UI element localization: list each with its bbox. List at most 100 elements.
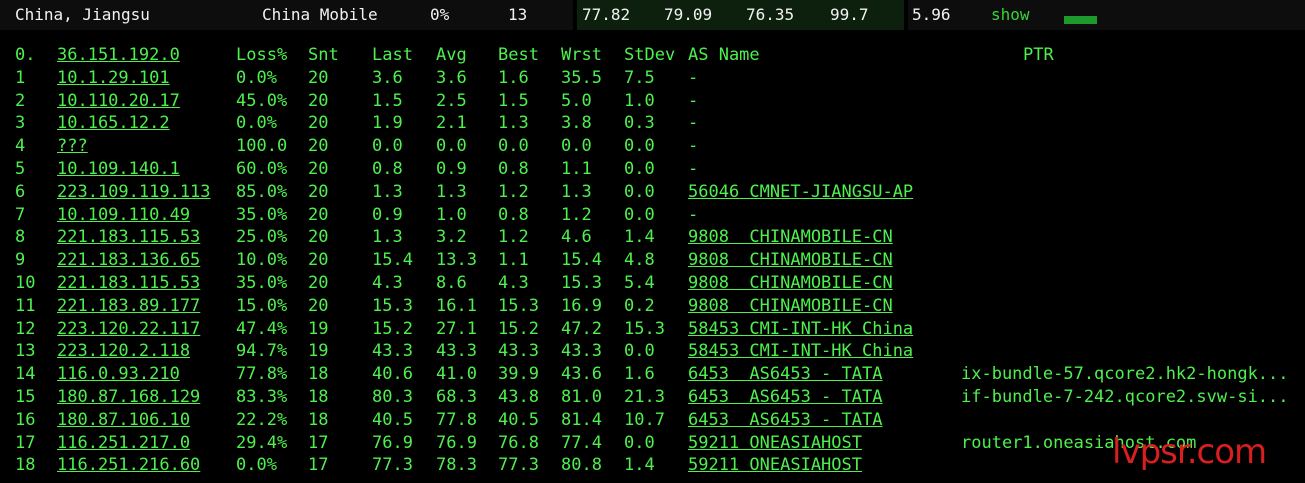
row-loss: 100.0: [236, 136, 288, 157]
summary-bar: China, Jiangsu China Mobile 0% 13 77.82 …: [0, 0, 1305, 32]
row-worst: 81.4: [561, 409, 602, 430]
row-sent: 20: [308, 204, 329, 225]
row-as-name[interactable]: 59211 ONEASIAHOST: [688, 454, 862, 477]
header-stdev: StDev: [624, 45, 676, 65]
row-index: 15: [15, 386, 36, 407]
row-best: 43.8: [498, 386, 539, 407]
row-as-name[interactable]: 9808 CHINAMOBILE-CN: [688, 226, 893, 249]
summary-sent: 13: [508, 5, 528, 24]
row-host[interactable]: 180.87.168.129: [57, 386, 200, 409]
row-host[interactable]: 221.183.115.53: [57, 272, 200, 295]
table-row: 3 10.165.12.2 0.0% 20 1.9 2.1 1.3 3.8 0.3 -: [0, 112, 1305, 135]
row-loss: 35.0%: [236, 272, 288, 293]
row-sent: 19: [308, 318, 329, 339]
table-body: 1 10.1.29.101 0.0% 20 3.6 3.6 1.6 35.5 7.5 - 2 10.1…: [0, 67, 1305, 477]
row-stdev: 0.0: [624, 181, 655, 202]
table-row: 18 116.251.216.60 0.0% 17 77.3 78.3 77.3 80.8 1.…: [0, 454, 1305, 477]
row-worst: 4.6: [561, 227, 592, 248]
row-last: 15.2: [372, 318, 413, 339]
row-host[interactable]: 10.110.20.17: [57, 90, 180, 113]
row-host[interactable]: 223.120.2.118: [57, 340, 190, 363]
row-best: 15.3: [498, 295, 539, 316]
row-stdev: 1.4: [624, 455, 655, 476]
row-as-name: -: [688, 113, 699, 134]
row-as-name: -: [688, 90, 699, 111]
row-stdev: 0.0: [624, 204, 655, 225]
header-avg: Avg: [436, 45, 467, 65]
row-host[interactable]: 116.0.93.210: [57, 363, 180, 386]
row-host[interactable]: 10.109.110.49: [57, 204, 190, 227]
summary-worst: 99.7: [830, 5, 869, 24]
row-host[interactable]: 116.251.216.60: [57, 454, 200, 477]
header-as-name: AS Name: [688, 45, 760, 65]
row-stdev: 4.8: [624, 250, 655, 271]
row-stdev: 0.0: [624, 341, 655, 362]
row-avg: 3.6: [436, 67, 467, 88]
row-as-name[interactable]: 56046 CMNET-JIANGSU-AP: [688, 181, 913, 204]
row-last: 1.9: [372, 113, 403, 134]
row-stdev: 10.7: [624, 409, 665, 430]
row-as-name[interactable]: 58453 CMI-INT-HK China: [688, 340, 913, 363]
row-as-name[interactable]: 9808 CHINAMOBILE-CN: [688, 295, 893, 318]
summary-location: China, Jiangsu: [15, 5, 150, 24]
row-index: 16: [15, 409, 36, 430]
row-as-name[interactable]: 6453 AS6453 - TATA: [688, 386, 882, 409]
summary-loss: 0%: [430, 5, 450, 24]
row-stdev: 0.0: [624, 432, 655, 453]
table-row: 4??? 100.0 20 0.0 0.0 0.0 0.0 0.0 -: [0, 135, 1305, 158]
row-worst: 0.0: [561, 136, 592, 157]
row-avg: 0.0: [436, 136, 467, 157]
row-sent: 20: [308, 227, 329, 248]
header-ptr: PTR: [1023, 45, 1054, 65]
row-avg: 3.2: [436, 227, 467, 248]
row-sent: 19: [308, 341, 329, 362]
row-as-name[interactable]: 6453 AS6453 - TATA: [688, 363, 882, 386]
row-sent: 17: [308, 432, 329, 453]
row-host[interactable]: 221.183.115.53: [57, 226, 200, 249]
row-as-name[interactable]: 9808 CHINAMOBILE-CN: [688, 272, 893, 295]
row-host[interactable]: 221.183.89.177: [57, 295, 200, 318]
row-host[interactable]: 223.120.22.117: [57, 318, 200, 341]
row-worst: 35.5: [561, 67, 602, 88]
table-row: 5 10.109.140.1 60.0% 20 0.8 0.9 0.8 1.1 0.0 -: [0, 158, 1305, 181]
row-host[interactable]: ???: [57, 135, 88, 158]
row-avg: 13.3: [436, 250, 477, 271]
row-as-name[interactable]: 6453 AS6453 - TATA: [688, 409, 882, 432]
row-as-name[interactable]: 59211 ONEASIAHOST: [688, 432, 862, 455]
row-loss: 47.4%: [236, 318, 288, 339]
row-worst: 3.8: [561, 113, 592, 134]
row-as-name: -: [688, 158, 699, 179]
row-host[interactable]: 180.87.106.10: [57, 409, 190, 432]
row-host[interactable]: 10.1.29.101: [57, 67, 170, 90]
row-index: 2: [15, 90, 26, 111]
row-last: 15.4: [372, 250, 413, 271]
row-as-name[interactable]: 9808 CHINAMOBILE-CN: [688, 249, 893, 272]
watermark: lvpsr.com: [1112, 432, 1267, 472]
table-row: 8 221.183.115.53 25.0% 20 1.3 3.2 1.2 4.6 1.4 980…: [0, 226, 1305, 249]
table-row: 16 180.87.106.10 22.2% 18 40.5 77.8 40.5 81.4 10…: [0, 409, 1305, 432]
header-last: Last: [372, 45, 413, 65]
show-button[interactable]: show: [991, 0, 1030, 30]
row-host[interactable]: 223.109.119.113: [57, 181, 211, 204]
row-host[interactable]: 221.183.136.65: [57, 249, 200, 272]
row-as-name[interactable]: 58453 CMI-INT-HK China: [688, 318, 913, 341]
table-row: 17 116.251.217.0 29.4% 17 76.9 76.9 76.8 77.4 0.…: [0, 432, 1305, 455]
header-index: 0.: [15, 45, 36, 65]
row-host[interactable]: 10.109.140.1: [57, 158, 180, 181]
header-target-host[interactable]: 36.151.192.0: [57, 44, 180, 67]
row-host[interactable]: 116.251.217.0: [57, 432, 190, 455]
row-loss: 83.3%: [236, 386, 288, 407]
row-host[interactable]: 10.165.12.2: [57, 112, 170, 135]
summary-stdev: 5.96: [912, 5, 951, 24]
row-ptr: ix-bundle-57.qcore2.hk2-hongk...: [961, 364, 1289, 385]
table-row: 14 116.0.93.210 77.8% 18 40.6 41.0 39.9 43.6 1.6…: [0, 363, 1305, 386]
row-last: 0.0: [372, 136, 403, 157]
table-row: 10 221.183.115.53 35.0% 20 4.3 8.6 4.3 15.3 5.4 9…: [0, 272, 1305, 295]
row-index: 17: [15, 432, 36, 453]
row-worst: 1.1: [561, 158, 592, 179]
row-avg: 77.8: [436, 409, 477, 430]
row-worst: 16.9: [561, 295, 602, 316]
row-sent: 20: [308, 295, 329, 316]
row-stdev: 5.4: [624, 272, 655, 293]
row-sent: 20: [308, 67, 329, 88]
